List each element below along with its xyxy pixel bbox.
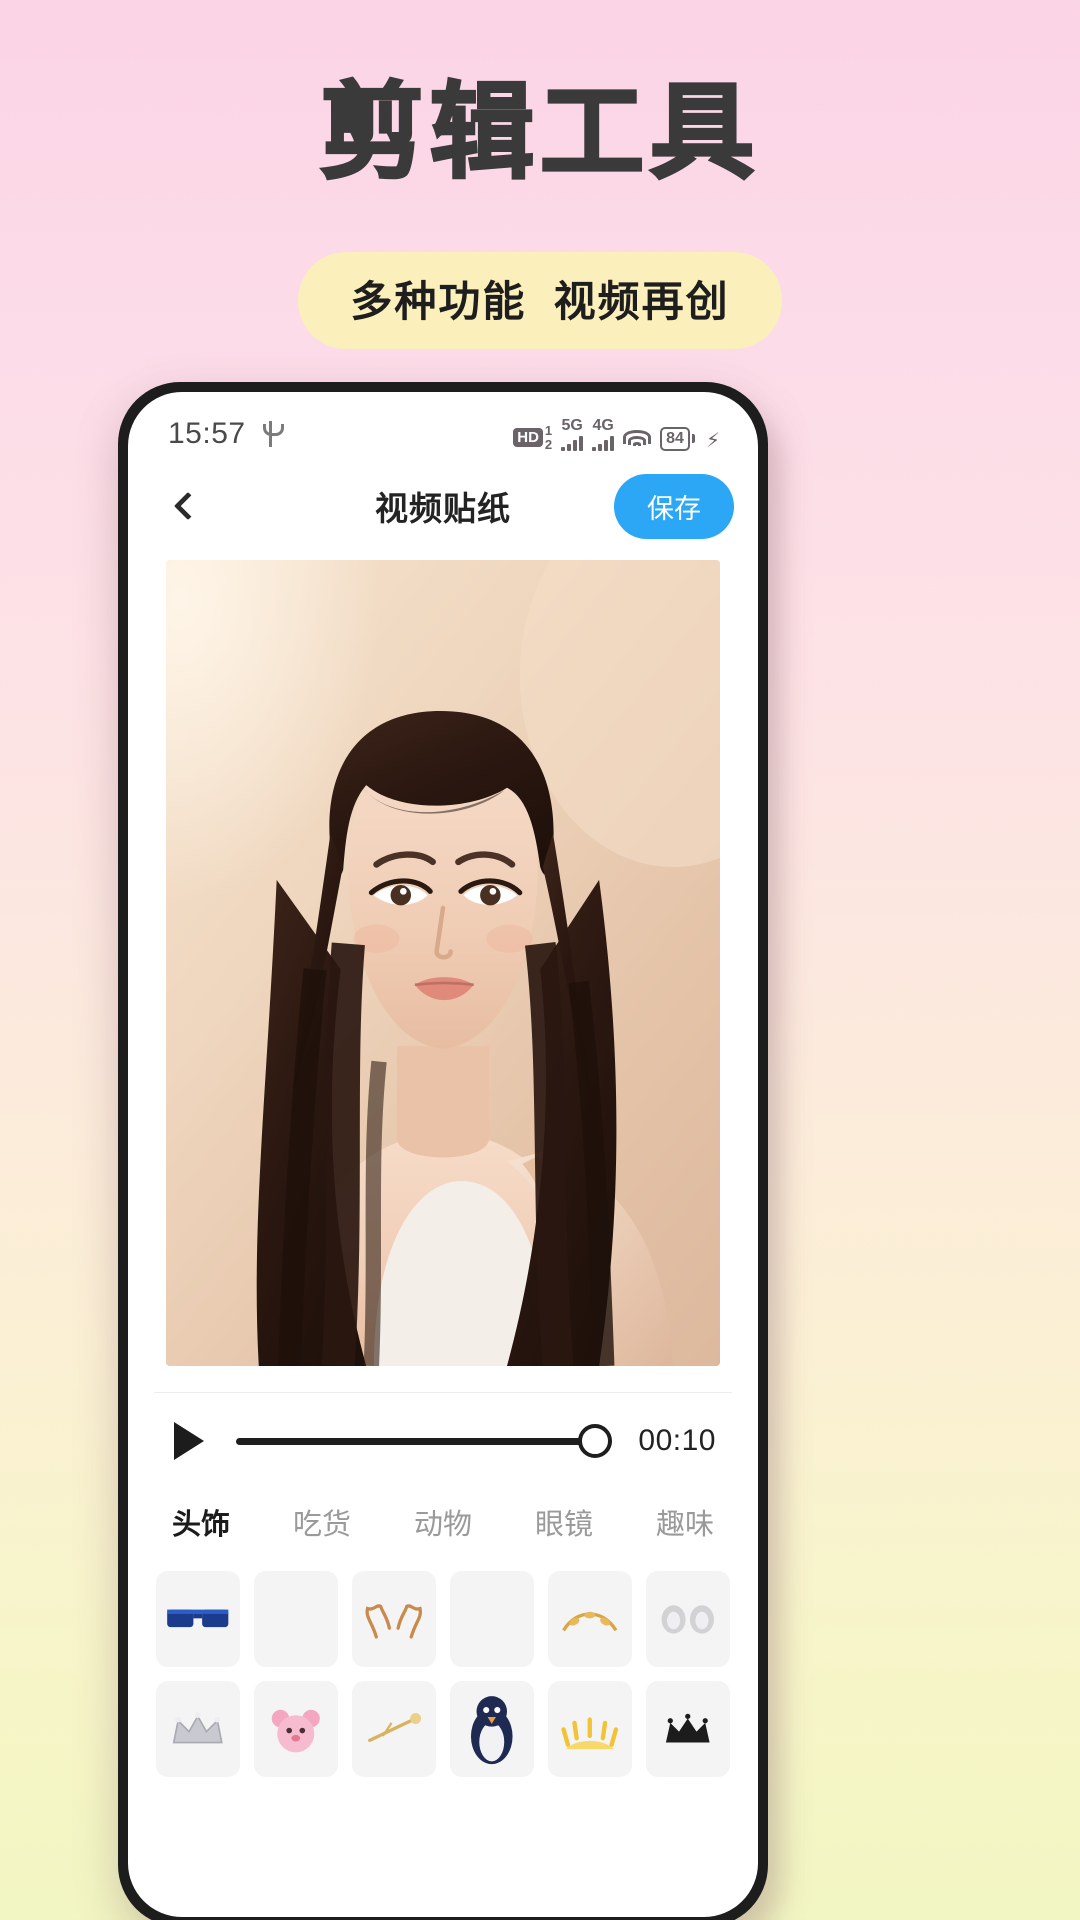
player-controls: 00:10 (128, 1393, 758, 1481)
sticker-gold-leaf[interactable] (548, 1571, 632, 1667)
sim2-network-label: 4G (592, 416, 614, 434)
progress-track (236, 1437, 613, 1445)
tab-food[interactable]: 吃货 (291, 1495, 353, 1549)
hd-voice-icon: HD 1 2 (513, 424, 552, 451)
tab-head-accessory[interactable]: 头饰 (170, 1495, 232, 1549)
save-button[interactable]: 保存 (614, 473, 734, 539)
promo-subtitle: 多种功能 视频再创 (298, 252, 782, 349)
bolt-icon: ⚡ (705, 429, 720, 452)
wifi-icon (623, 429, 652, 451)
phone-frame: 15:57 HD 1 2 5G 4G 84 ⚡ 视频贴纸 保存 00:10 头饰… (118, 382, 768, 1920)
progress-knob[interactable] (578, 1424, 613, 1458)
battery-tip-icon (691, 434, 695, 444)
sticker-black-crown[interactable] (646, 1681, 730, 1777)
sticker-blank-2[interactable] (450, 1571, 534, 1667)
sticker-pink-bear[interactable] (254, 1681, 338, 1777)
portrait-photo (166, 560, 720, 1366)
preview-area (128, 548, 758, 1366)
sim2-signal-bars-icon (592, 435, 615, 451)
tab-animal[interactable]: 动物 (412, 1495, 474, 1549)
video-preview[interactable] (166, 560, 720, 1366)
phone-screen: 15:57 HD 1 2 5G 4G 84 ⚡ 视频贴纸 保存 00:10 头饰… (128, 392, 758, 1917)
sticker-category-tabs: 头饰 吃货 动物 眼镜 趣味 (128, 1481, 758, 1549)
hd-sim-1: 1 (544, 422, 553, 438)
signal-sim2: 4G (592, 416, 615, 451)
hd-label: HD (513, 427, 543, 447)
sticker-silver-crown[interactable] (156, 1681, 240, 1777)
chevron-left-icon (173, 491, 203, 521)
sim1-network-label: 5G (561, 416, 583, 434)
status-bar: 15:57 HD 1 2 5G 4G 84 ⚡ (128, 392, 758, 464)
tab-glasses[interactable]: 眼镜 (533, 1495, 595, 1549)
sticker-hairpin[interactable] (352, 1681, 436, 1777)
status-bar-right: HD 1 2 5G 4G 84 ⚡ (513, 416, 720, 452)
usb-icon (262, 421, 284, 447)
sticker-blank-1[interactable] (254, 1571, 338, 1667)
progress-slider[interactable] (236, 1424, 613, 1458)
sim1-signal-bars-icon (561, 435, 584, 451)
sticker-sunglasses-blue[interactable] (156, 1571, 240, 1667)
sticker-penguin[interactable] (450, 1681, 534, 1777)
hd-sim-numbers: 1 2 (545, 424, 552, 451)
battery-level: 84 (660, 426, 690, 451)
sticker-antlers[interactable] (352, 1571, 436, 1667)
hd-sim-2: 2 (544, 436, 553, 452)
app-bar: 视频贴纸 保存 (128, 464, 758, 548)
duration-label: 00:10 (638, 1424, 716, 1457)
sticker-ears-grey[interactable] (646, 1571, 730, 1667)
back-button[interactable] (160, 478, 216, 534)
sticker-sun-rays[interactable] (548, 1681, 632, 1777)
signal-sim1: 5G (561, 416, 584, 451)
status-bar-left: 15:57 (168, 417, 284, 451)
subtitle-pill-wrapper: 多种功能 视频再创 (0, 252, 1080, 349)
battery-indicator: 84 (660, 426, 695, 451)
page-title: 剪辑工具 (318, 74, 760, 193)
status-time: 15:57 (168, 417, 246, 450)
sticker-grid (128, 1549, 758, 1777)
tab-fun[interactable]: 趣味 (654, 1495, 716, 1549)
play-icon[interactable] (170, 1419, 210, 1463)
